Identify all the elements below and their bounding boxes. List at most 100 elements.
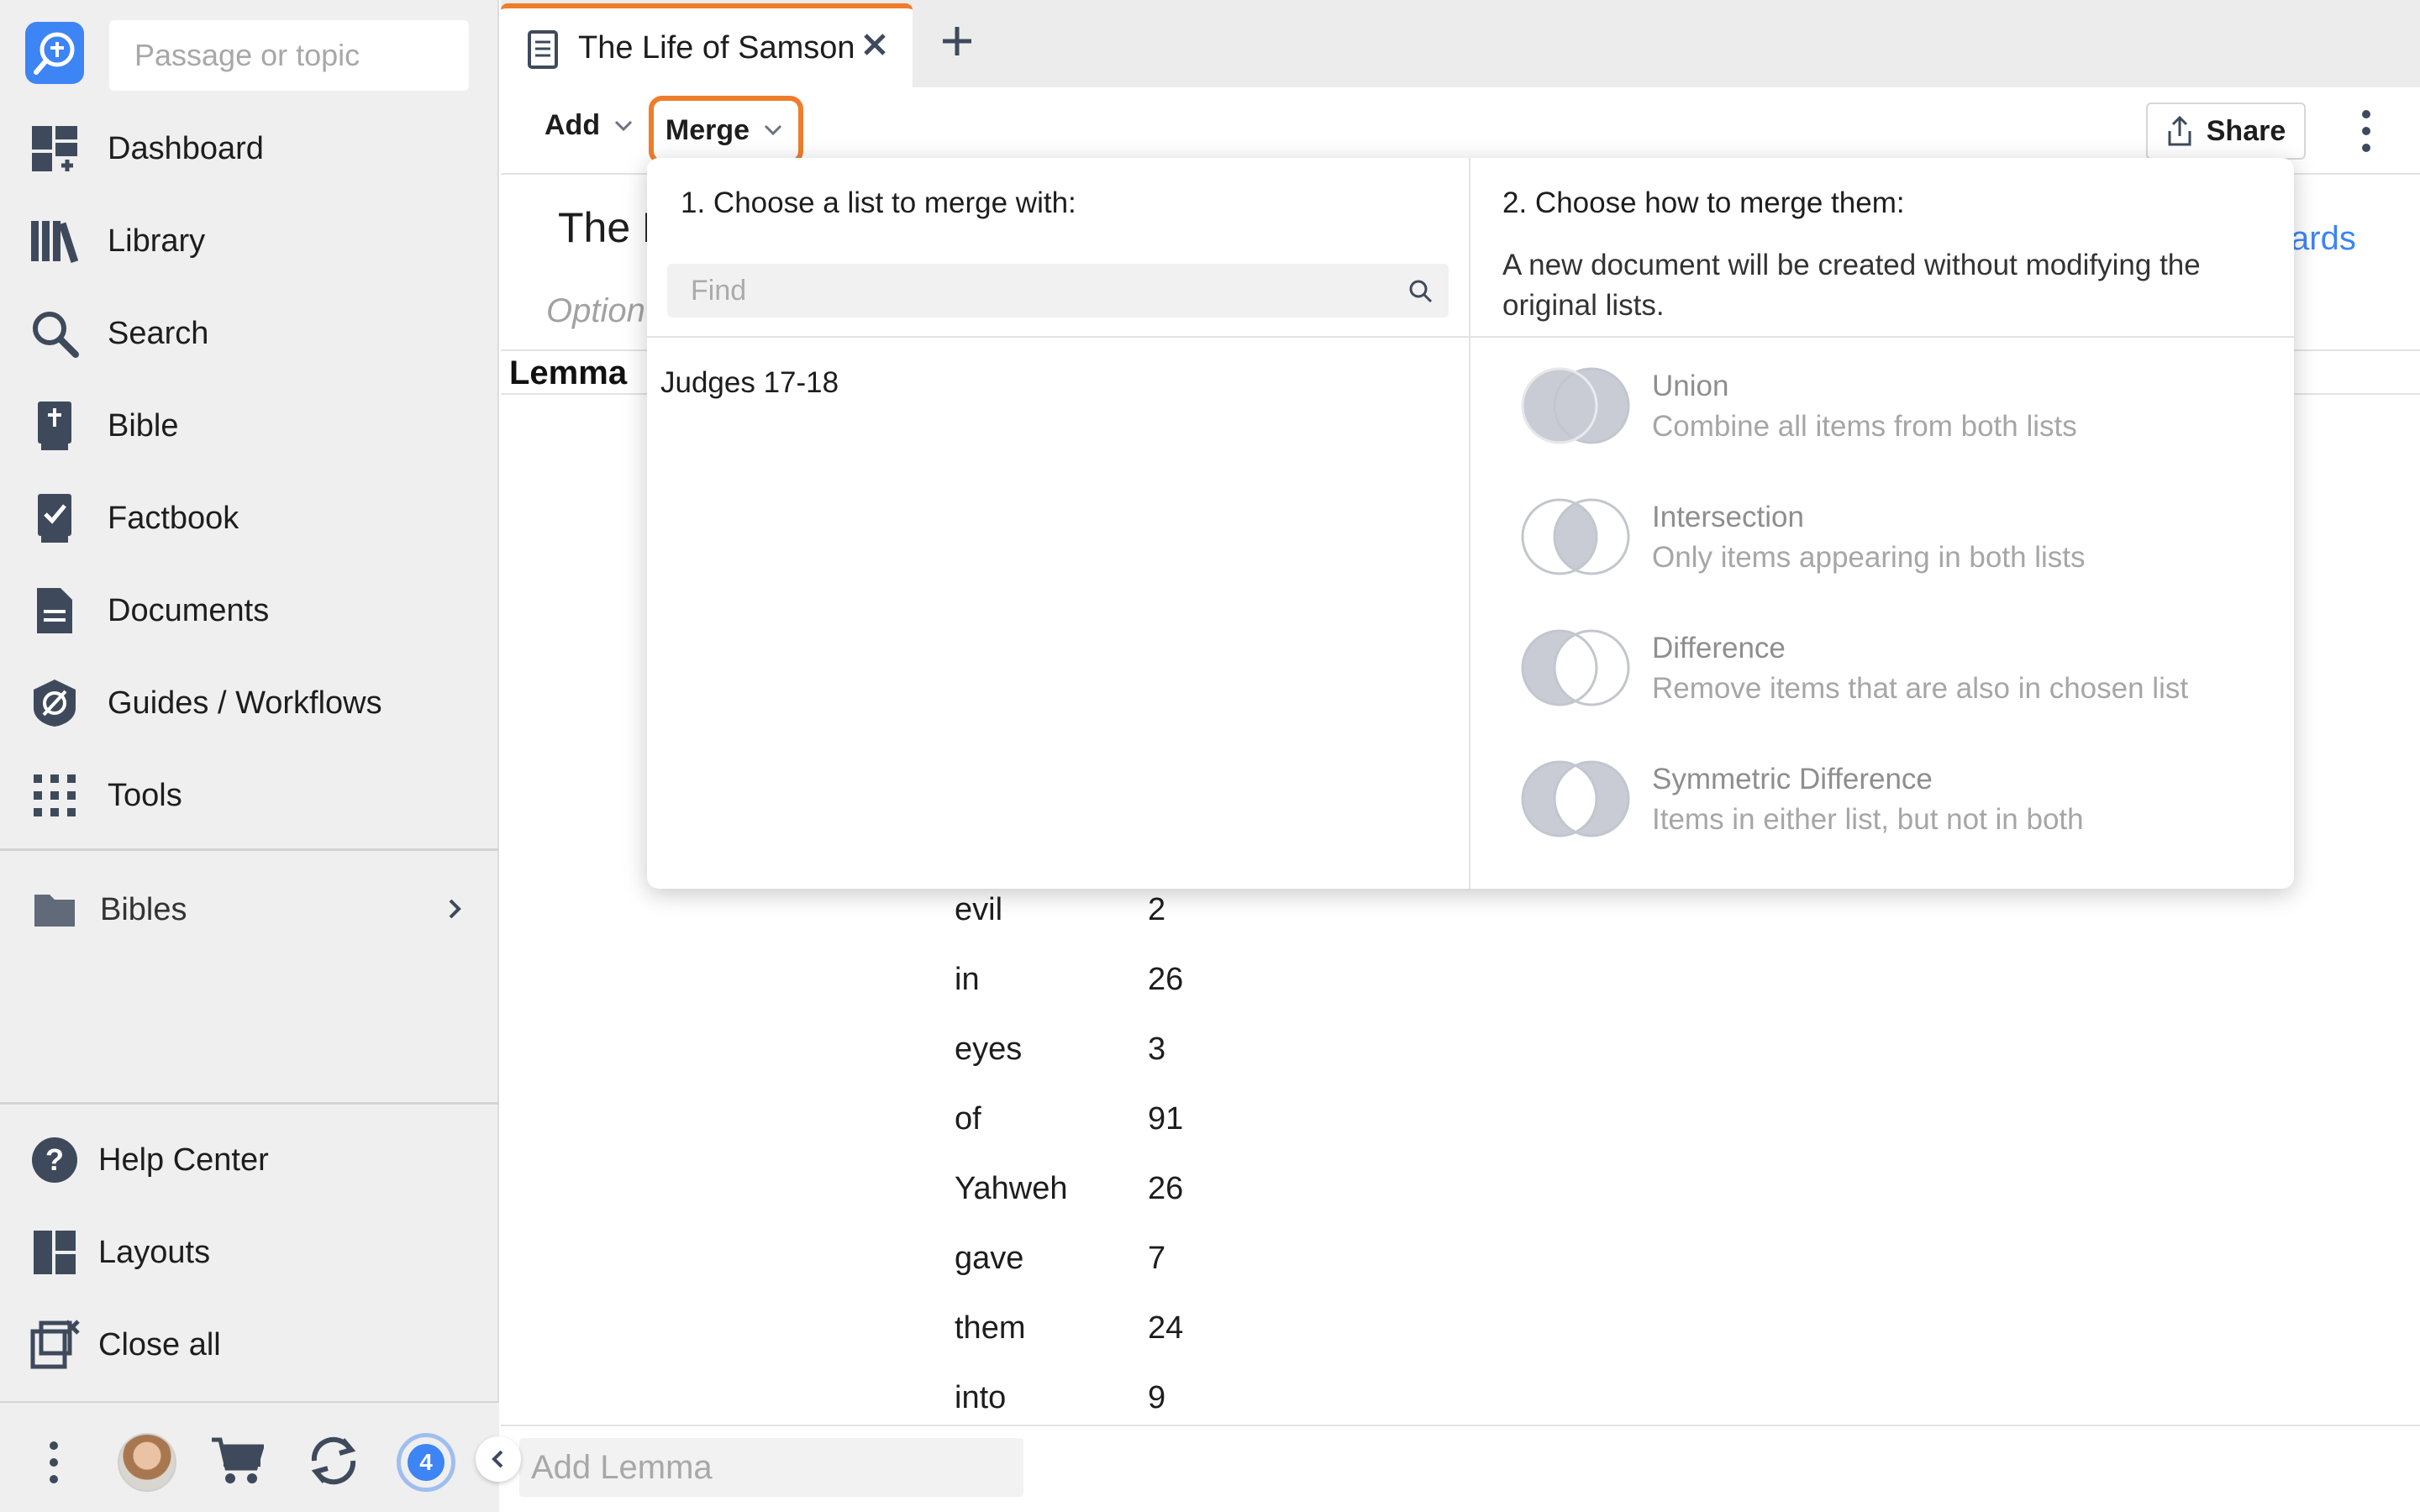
share-button[interactable]: Share [2146, 102, 2306, 160]
document-list-icon [528, 30, 558, 69]
add-lemma-input[interactable]: Add Lemma [519, 1438, 1023, 1497]
lemma-word: into [955, 1380, 1007, 1415]
lemma-word: in [955, 962, 980, 997]
close-all-icon [29, 1319, 81, 1371]
sidebar-item-bible[interactable]: Bible [0, 388, 499, 464]
add-label: Add [544, 109, 601, 141]
chevron-left-icon [492, 1450, 503, 1468]
union-venn-icon [1521, 367, 1630, 444]
factbook-icon [29, 492, 81, 544]
option-subtitle: Items in either list, but not in both [1652, 803, 2084, 836]
close-icon[interactable] [862, 32, 887, 57]
option-title: Intersection [1652, 501, 1804, 533]
add-dropdown-button[interactable]: Add [544, 109, 634, 142]
sidebar-item-factbook[interactable]: Factbook [0, 480, 499, 556]
sync-icon[interactable] [306, 1433, 361, 1488]
merge-option-difference[interactable]: Difference Remove items that are also in… [1521, 628, 2260, 721]
chevron-down-icon [765, 124, 782, 136]
find-list-input[interactable]: Find [667, 264, 1449, 318]
symmetric-difference-venn-icon [1521, 760, 1630, 837]
share-icon [2168, 116, 2191, 146]
sidebar-item-label: Search [108, 315, 209, 351]
merge-option-symmetric-difference[interactable]: Symmetric Difference Items in either lis… [1521, 759, 2260, 852]
sidebar-item-layouts[interactable]: Layouts [0, 1215, 499, 1290]
sidebar: Passage or topic Dashboard Library Searc… [0, 0, 499, 1512]
sidebar-item-label: Layouts [98, 1234, 211, 1270]
more-options-icon[interactable] [2360, 109, 2373, 153]
option-subtitle: Remove items that are also in chosen lis… [1652, 672, 2189, 705]
sidebar-item-search[interactable]: Search [0, 296, 499, 371]
sidebar-item-close-all[interactable]: Close all [0, 1307, 499, 1383]
option-subtitle: Only items appearing in both lists [1652, 541, 2086, 574]
document-link[interactable]: ards [2291, 220, 2356, 258]
sidebar-item-tools[interactable]: Tools [0, 758, 499, 833]
option-title: Union [1652, 370, 1729, 402]
lemma-word: them [955, 1310, 1026, 1346]
library-icon [29, 215, 81, 267]
lemma-count: 26 [1148, 1171, 1184, 1206]
sidebar-item-label: Documents [108, 592, 270, 628]
option-subtitle: Combine all items from both lists [1652, 410, 2077, 443]
cart-icon[interactable] [210, 1435, 264, 1485]
choose-list-heading: 1. Choose a list to merge with: [681, 186, 1076, 219]
layouts-icon [29, 1226, 81, 1278]
merge-option-union[interactable]: Union Combine all items from both lists [1521, 366, 2260, 459]
passage-search-input[interactable]: Passage or topic [109, 20, 469, 91]
intersection-venn-icon [1521, 498, 1630, 575]
find-placeholder: Find [691, 274, 747, 307]
option-title: Symmetric Difference [1652, 763, 1933, 795]
option-title: Difference [1652, 632, 1786, 664]
popup-column-divider [1469, 158, 1470, 889]
difference-venn-icon [1521, 629, 1630, 706]
folder-icon [29, 884, 81, 936]
choose-merge-heading: 2. Choose how to merge them: [1502, 186, 1905, 219]
sidebar-item-label: Bible [108, 407, 179, 444]
chevron-down-icon [615, 120, 633, 131]
help-icon: ? [29, 1134, 81, 1186]
share-label: Share [2206, 114, 2286, 147]
documents-icon [29, 585, 81, 637]
guides-icon [29, 677, 81, 729]
sidebar-item-help-center[interactable]: ? Help Center [0, 1122, 499, 1198]
svg-text:?: ? [45, 1142, 64, 1177]
sidebar-item-label: Library [108, 223, 206, 259]
sidebar-divider [0, 1102, 499, 1105]
more-vertical-icon[interactable] [47, 1441, 60, 1484]
lemma-count: 3 [1148, 1032, 1166, 1067]
sidebar-item-label: Bibles [100, 891, 187, 927]
merge-description: A new document will be created without m… [1502, 249, 2201, 322]
lemma-count: 91 [1148, 1101, 1184, 1137]
lemma-count: 24 [1148, 1310, 1184, 1346]
sidebar-item-documents[interactable]: Documents [0, 573, 499, 648]
lemma-count: 2 [1148, 892, 1166, 927]
tools-icon [29, 769, 81, 822]
lemma-word: of [955, 1101, 981, 1137]
sidebar-item-label: Dashboard [108, 130, 264, 166]
bible-icon [29, 400, 81, 452]
popup-row-divider [647, 336, 2294, 338]
sidebar-item-label: Close all [98, 1326, 221, 1362]
app-logo-icon[interactable] [25, 22, 84, 84]
lemma-word: eyes [955, 1032, 1023, 1067]
sidebar-divider [0, 848, 499, 851]
user-avatar[interactable] [118, 1433, 176, 1492]
sidebar-item-library[interactable]: Library [0, 203, 499, 279]
column-header-lemma[interactable]: Lemma [509, 354, 627, 392]
merge-dropdown-button[interactable]: Merge [649, 96, 803, 165]
lemma-word: evil [955, 892, 1003, 927]
new-tab-icon[interactable] [941, 25, 973, 57]
list-item-judges-17-18[interactable]: Judges 17-18 [660, 366, 839, 400]
sidebar-item-dashboard[interactable]: Dashboard [0, 111, 499, 186]
chevron-right-icon [449, 899, 461, 919]
merge-option-intersection[interactable]: Intersection Only items appearing in bot… [1521, 497, 2260, 590]
collapse-sidebar-button[interactable] [476, 1436, 521, 1482]
sidebar-item-guides-workflows[interactable]: Guides / Workflows [0, 665, 499, 741]
document-options-field[interactable]: Option [546, 292, 647, 330]
merge-popup: 1. Choose a list to merge with: Find Jud… [647, 158, 2294, 889]
document-title[interactable]: The L [558, 203, 650, 252]
notification-count: 4 [408, 1444, 445, 1481]
sidebar-item-bibles[interactable]: Bibles [0, 872, 499, 948]
tab-the-life-of-samson[interactable]: The Life of Samson [501, 3, 913, 87]
sidebar-footer: 4 [0, 1401, 499, 1512]
notifications-badge[interactable]: 4 [397, 1433, 455, 1492]
